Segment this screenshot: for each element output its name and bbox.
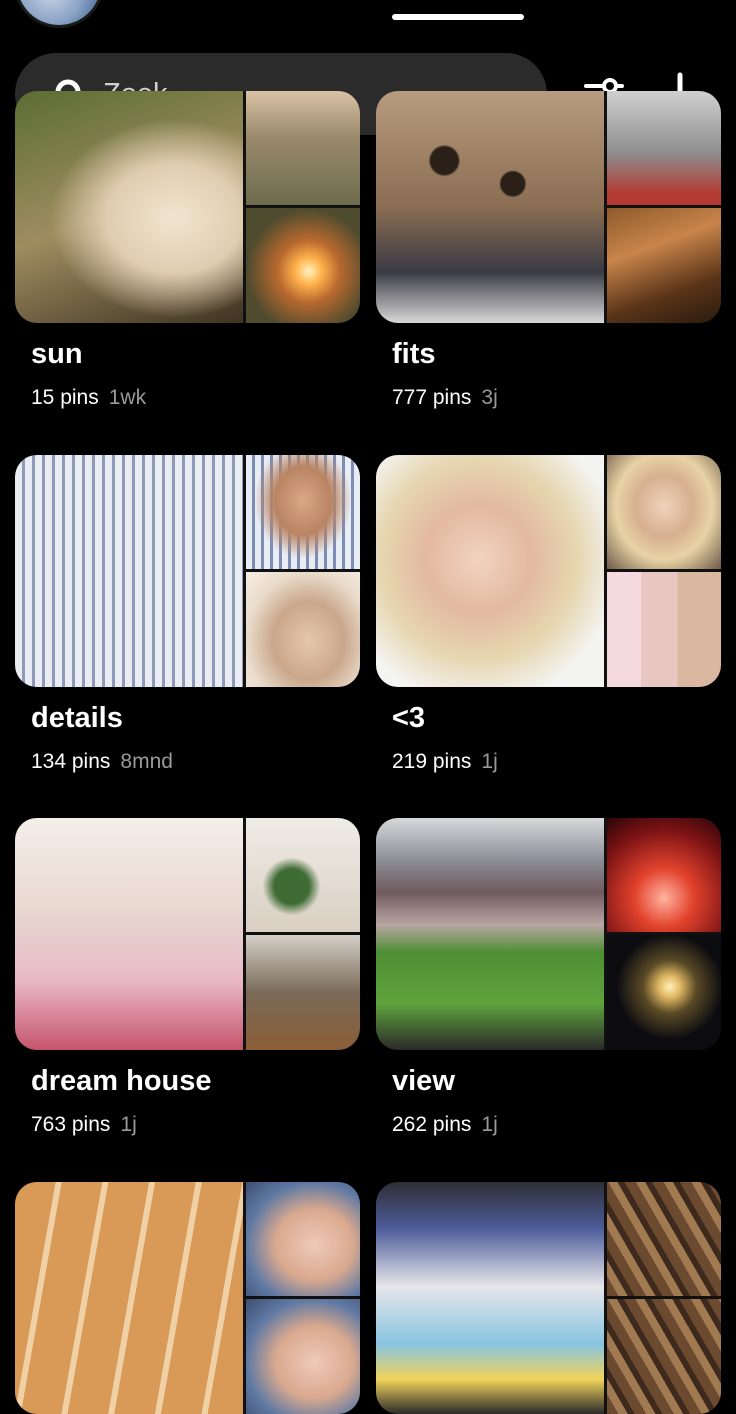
board-cover (15, 91, 360, 323)
board-cover-image (376, 818, 604, 1050)
board-cover (376, 1182, 721, 1414)
board-cover-image (607, 91, 721, 205)
board-cover-image (15, 91, 243, 323)
board-title: sun (31, 338, 83, 370)
board-cover-image (607, 1299, 721, 1414)
board-cover-image (15, 455, 243, 687)
board-cover-image (607, 208, 721, 323)
board-pin-count: 219 pins (392, 750, 472, 773)
board-cover-image (607, 935, 721, 1050)
board-cover-image (607, 455, 721, 569)
home-indicator (392, 14, 524, 20)
board-pin-count: 15 pins (31, 386, 99, 409)
board-cover-image (607, 572, 721, 687)
board-cover-image (376, 1182, 604, 1414)
board-title: view (392, 1065, 455, 1097)
board-meta: 763 pins 1j (31, 1113, 137, 1137)
board-cover-image (246, 455, 360, 569)
profile-avatar[interactable] (14, 0, 104, 28)
board-cover-image (246, 1299, 360, 1414)
board-cover-image (376, 91, 604, 323)
board-cover-image (246, 91, 360, 205)
board-cover (15, 455, 360, 687)
board-pin-count: 134 pins (31, 750, 111, 773)
board-cover (15, 1182, 360, 1414)
board-cover-image (607, 818, 721, 932)
board-cover (376, 91, 721, 323)
board-title: fits (392, 338, 436, 370)
board-cover-image (246, 818, 360, 932)
board-cover-image (376, 455, 604, 687)
board-meta: 219 pins 1j (392, 750, 498, 774)
board-cover-image (607, 1182, 721, 1296)
board-age: 1wk (108, 386, 147, 409)
board-meta: 777 pins 3j (392, 386, 498, 410)
board-cover-image (15, 818, 243, 1050)
board-cover (376, 818, 721, 1050)
board-title: dream house (31, 1065, 212, 1097)
board-age: 8mnd (120, 750, 173, 773)
board-cover (376, 455, 721, 687)
board-cover-image (246, 935, 360, 1050)
board-meta: 262 pins 1j (392, 1113, 498, 1137)
board-age: 1j (120, 1113, 137, 1136)
board-pin-count: 763 pins (31, 1113, 111, 1136)
board-cover-image (246, 1182, 360, 1296)
board-meta: 134 pins 8mnd (31, 750, 173, 774)
board-title: details (31, 702, 123, 734)
board-pin-count: 777 pins (392, 386, 472, 409)
board-age: 3j (481, 386, 498, 409)
board-cover-image (15, 1182, 243, 1414)
board-age: 1j (481, 750, 498, 773)
board-title: <3 (392, 702, 426, 734)
board-meta: 15 pins 1wk (31, 386, 146, 410)
board-cover (15, 818, 360, 1050)
board-cover-image (246, 572, 360, 687)
board-cover-image (246, 208, 360, 323)
board-age: 1j (481, 1113, 498, 1136)
board-pin-count: 262 pins (392, 1113, 472, 1136)
